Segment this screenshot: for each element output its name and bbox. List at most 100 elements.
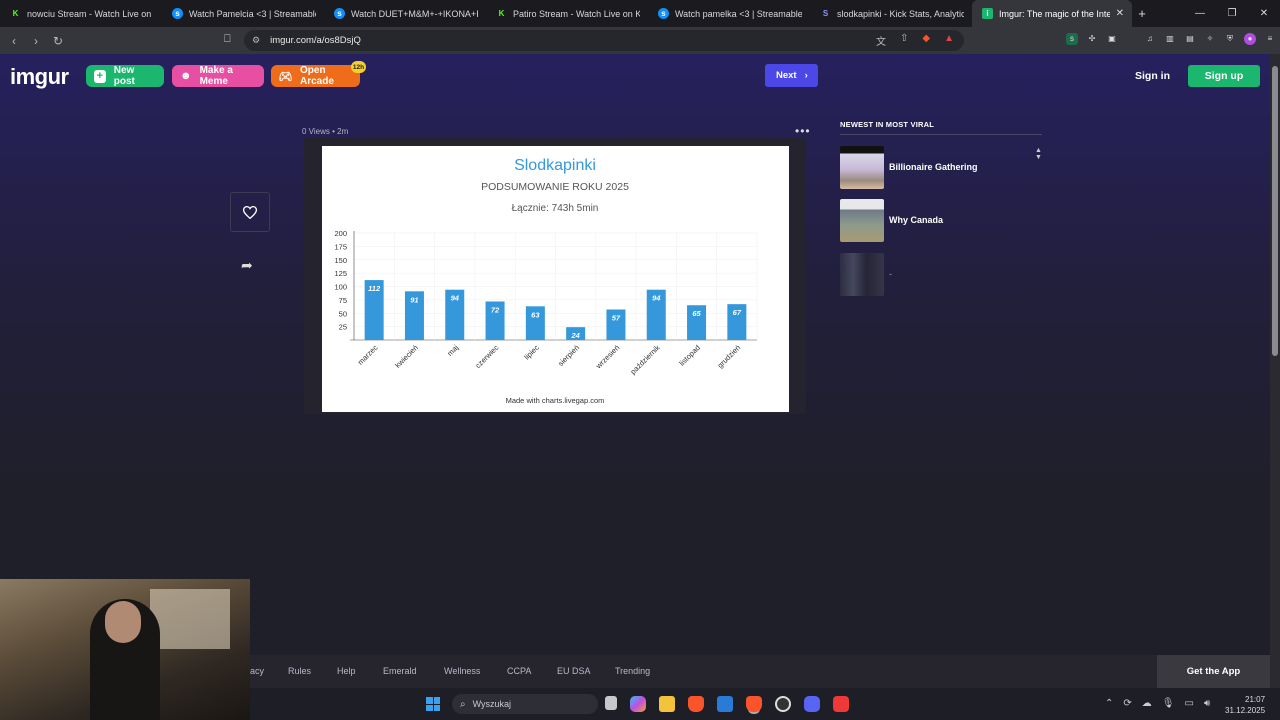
new-post-button[interactable]: + New post bbox=[86, 65, 164, 87]
footer-link-ccpa[interactable]: CCPA bbox=[507, 666, 531, 676]
store-icon[interactable] bbox=[717, 696, 733, 712]
task-view-icon[interactable] bbox=[605, 696, 617, 710]
footer-link-rules[interactable]: Rules bbox=[288, 666, 311, 676]
tab-1[interactable]: s Watch Pamelcia <3 | Streamable bbox=[162, 0, 324, 27]
sign-up-button[interactable]: Sign up bbox=[1188, 65, 1260, 87]
make-meme-button[interactable]: ☻ Make a Meme bbox=[172, 65, 264, 87]
viral-item[interactable]: Why Canada bbox=[840, 197, 1042, 243]
tab-0[interactable]: K nowciu Stream - Watch Live on Kick bbox=[0, 0, 162, 27]
forward-icon[interactable]: › bbox=[25, 34, 47, 48]
arcade-timer-badge: 12h bbox=[351, 61, 366, 73]
kick-icon: K bbox=[12, 9, 19, 18]
footer-link-help[interactable]: Help bbox=[337, 666, 356, 676]
microphone-icon[interactable]: 🎙︎ bbox=[1162, 698, 1175, 709]
chart-credit: Made with charts.livegap.com bbox=[506, 396, 605, 405]
post-meta: 0 Views • 2m bbox=[302, 127, 349, 136]
viral-thumbnail bbox=[840, 145, 884, 189]
share-arrow-icon[interactable]: ➦ bbox=[241, 257, 253, 274]
puzzle-icon[interactable]: ✣ bbox=[1086, 33, 1098, 45]
brave-shield-icon[interactable]: ◆ bbox=[922, 33, 930, 48]
viral-item[interactable]: - bbox=[840, 251, 1042, 297]
wallet-icon[interactable]: ▤ bbox=[1184, 33, 1196, 45]
tab-3[interactable]: K Patiro Stream - Watch Live on Kick bbox=[486, 0, 648, 27]
y-tick-label: 125 bbox=[334, 269, 347, 278]
post-chart-image[interactable]: Slodkapinki PODSUMOWANIE ROKU 2025 Łączn… bbox=[322, 146, 789, 412]
brave-active-icon[interactable] bbox=[746, 696, 762, 712]
divider bbox=[840, 134, 1042, 135]
extension-icons: s ✣ ▣ ♫ ▥ ▤ ✧ ⛨ ● ≡ bbox=[1066, 33, 1276, 45]
brave-rewards-icon[interactable]: ▲ bbox=[944, 33, 954, 48]
profile-icon[interactable]: ● bbox=[1244, 33, 1256, 45]
next-button[interactable]: Next › bbox=[765, 64, 818, 87]
footer-link-privacy[interactable]: acy bbox=[250, 666, 264, 676]
footer-link-trending[interactable]: Trending bbox=[615, 666, 650, 676]
streamable-icon: s bbox=[172, 8, 183, 19]
leo-ai-icon[interactable]: ✧ bbox=[1204, 33, 1216, 45]
tab-4[interactable]: s Watch pamelka <3 | Streamable bbox=[648, 0, 810, 27]
share-icon[interactable]: ⇧ bbox=[900, 33, 908, 48]
reload-icon[interactable]: ↻ bbox=[47, 34, 69, 48]
obs-icon[interactable] bbox=[775, 696, 791, 712]
imgur-logo[interactable]: imgur bbox=[10, 64, 69, 90]
chart-subtitle: PODSUMOWANIE ROKU 2025 bbox=[481, 181, 629, 193]
discord-icon[interactable] bbox=[804, 696, 820, 712]
screenshot-icon[interactable]: ▣ bbox=[1106, 33, 1118, 45]
translate-icon[interactable]: 文 bbox=[876, 33, 886, 48]
extension-icon[interactable]: s bbox=[1066, 33, 1078, 45]
tab-6-active[interactable]: i Imgur: The magic of the Interne ✕ bbox=[972, 0, 1132, 27]
chevron-up-icon[interactable]: ⌃ bbox=[1105, 698, 1113, 709]
windows-start-icon[interactable] bbox=[426, 697, 440, 711]
get-app-button[interactable]: Get the App bbox=[1157, 655, 1270, 688]
heart-icon bbox=[243, 205, 257, 219]
windows-taskbar: ⌕ Wyszukaj ⌃ ⟳ ☁ 🎙︎ ▭ 🔊︎ 21:07 31.12.202… bbox=[250, 688, 1280, 720]
taskbar-search[interactable]: ⌕ Wyszukaj bbox=[452, 694, 598, 714]
tab-2[interactable]: s Watch DUET+M&M+-+IKONA+PATC bbox=[324, 0, 486, 27]
x-tick-label: kwiecień bbox=[393, 343, 420, 370]
speaker-icon[interactable]: 🔊︎ bbox=[1204, 698, 1210, 709]
meme-face-icon: ☻ bbox=[180, 70, 192, 82]
back-icon[interactable]: ‹ bbox=[3, 34, 25, 48]
viral-item[interactable]: Billionaire Gathering bbox=[840, 144, 1042, 190]
file-explorer-icon[interactable] bbox=[659, 696, 675, 712]
footer-link-wellness[interactable]: Wellness bbox=[444, 666, 480, 676]
cloud-icon[interactable]: ☁ bbox=[1142, 698, 1152, 709]
new-tab-icon[interactable]: + bbox=[1132, 6, 1152, 21]
x-tick-label: czerwiec bbox=[473, 343, 500, 370]
streamable-icon: s bbox=[658, 8, 669, 19]
more-options-icon[interactable]: ••• bbox=[795, 124, 811, 138]
x-tick-label: wrzesień bbox=[593, 343, 621, 371]
close-tab-icon[interactable]: ✕ bbox=[1116, 8, 1124, 19]
taskbar-clock[interactable]: 21:07 31.12.2025 bbox=[1225, 694, 1265, 716]
browser-tab-bar: K nowciu Stream - Watch Live on Kick s W… bbox=[0, 0, 1280, 27]
vpn-icon[interactable]: ⛨ bbox=[1224, 33, 1236, 45]
sync-icon[interactable]: ⟳ bbox=[1123, 698, 1131, 709]
scrollbar-thumb[interactable] bbox=[1272, 66, 1278, 356]
maximize-icon[interactable]: ❐ bbox=[1216, 8, 1248, 19]
footer-link-emerald[interactable]: Emerald bbox=[383, 666, 417, 676]
minimize-icon[interactable]: — bbox=[1184, 8, 1216, 19]
display-icon[interactable]: ▭ bbox=[1184, 698, 1193, 709]
sidebar-icon[interactable]: ▥ bbox=[1164, 33, 1176, 45]
site-settings-icon[interactable]: ⚙ bbox=[252, 35, 260, 46]
chevron-right-icon: › bbox=[804, 70, 808, 81]
menu-icon[interactable]: ≡ bbox=[1264, 33, 1276, 45]
page-scrollbar[interactable] bbox=[1270, 54, 1280, 688]
y-tick-label: 200 bbox=[334, 229, 347, 238]
url-field[interactable]: ⚙ imgur.com/a/os8DsjQ bbox=[244, 30, 964, 51]
stats-icon: S bbox=[822, 9, 829, 18]
open-arcade-button[interactable]: 🎮︎ Open Arcade bbox=[271, 65, 360, 87]
vivaldi-icon[interactable] bbox=[833, 696, 849, 712]
brave-icon[interactable] bbox=[688, 696, 704, 712]
taskbar-apps bbox=[605, 696, 849, 712]
y-tick-label: 175 bbox=[334, 242, 347, 251]
close-window-icon[interactable]: ✕ bbox=[1248, 8, 1280, 19]
music-icon[interactable]: ♫ bbox=[1144, 33, 1156, 45]
favorite-button[interactable] bbox=[230, 192, 270, 232]
bookmark-icon[interactable]: ⎕ bbox=[224, 33, 231, 46]
footer-link-eu-dsa[interactable]: EU DSA bbox=[557, 666, 591, 676]
search-icon: ⌕ bbox=[460, 698, 466, 710]
copilot-icon[interactable] bbox=[630, 696, 646, 712]
sign-in-link[interactable]: Sign in bbox=[1135, 70, 1170, 82]
url-action-icons: 文 ⇧ ◆ ▲ bbox=[876, 33, 954, 48]
tab-5[interactable]: S slodkapinki - Kick Stats, Analytics an… bbox=[810, 0, 972, 27]
